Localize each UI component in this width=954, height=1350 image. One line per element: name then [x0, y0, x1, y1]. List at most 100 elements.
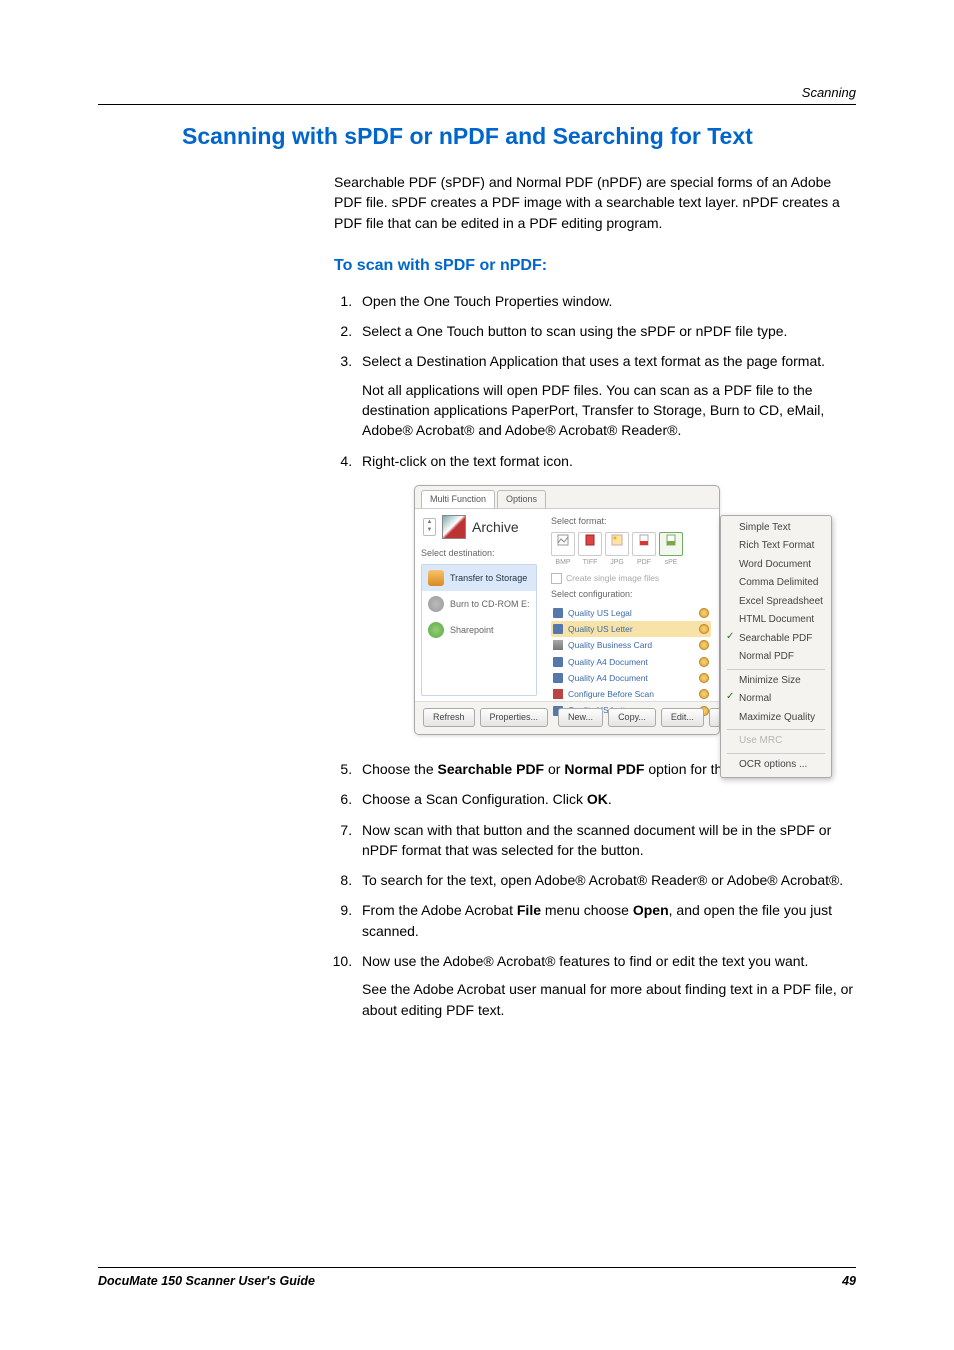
fmt-label-tiff: TIFF	[578, 558, 602, 568]
config-icon	[553, 673, 563, 683]
step-9-b: File	[517, 902, 541, 918]
menu-searchable-pdf[interactable]: ✓ Searchable PDF	[723, 630, 829, 649]
menu-word-doc[interactable]: Word Document	[723, 556, 829, 575]
step-9-c: menu choose	[541, 902, 633, 918]
dialog-body: ▲▼ Archive Select destination: Transfer …	[415, 508, 719, 701]
step-4-text: Right-click on the text format icon.	[362, 453, 573, 469]
step-5-d: Normal PDF	[564, 761, 644, 777]
step-9-d: Open	[633, 902, 669, 918]
button-spinner[interactable]: ▲▼	[423, 518, 436, 536]
step-10: Now use the Adobe® Acrobat® features to …	[356, 951, 856, 1020]
gear-icon	[699, 673, 709, 683]
config-icon	[553, 689, 563, 699]
step-6: Choose a Scan Configuration. Click OK.	[356, 789, 856, 809]
config-label: Quality A4 Document	[568, 656, 648, 668]
config-item[interactable]: Quality Business Card	[551, 637, 711, 653]
dialog-left-column: ▲▼ Archive Select destination: Transfer …	[415, 509, 543, 701]
menu-normal-pdf[interactable]: Normal PDF	[723, 648, 829, 667]
config-item[interactable]: Quality A4 Document	[551, 670, 711, 686]
config-item[interactable]: Quality A4 Document	[551, 654, 711, 670]
intro-paragraph: Searchable PDF (sPDF) and Normal PDF (nP…	[334, 172, 856, 233]
create-single-checkbox[interactable]	[551, 573, 562, 584]
archive-icon	[442, 515, 466, 539]
step-10-text: Now use the Adobe® Acrobat® features to …	[362, 953, 808, 969]
page-title: Scanning with sPDF or nPDF and Searching…	[182, 123, 856, 150]
step-9-a: From the Adobe Acrobat	[362, 902, 517, 918]
menu-minimize-size[interactable]: Minimize Size	[723, 672, 829, 691]
format-pdf[interactable]	[632, 532, 656, 556]
new-button[interactable]: New...	[558, 708, 603, 727]
format-icon-row	[551, 532, 711, 556]
footer-title: DocuMate 150 Scanner User's Guide	[98, 1274, 315, 1288]
menu-rich-text[interactable]: Rich Text Format	[723, 537, 829, 556]
config-item-selected[interactable]: Quality US Letter	[551, 621, 711, 637]
procedure-list: Open the One Touch Properties window. Se…	[334, 291, 856, 1020]
step-7: Now scan with that button and the scanne…	[356, 820, 856, 861]
fmt-label-pdf: PDF	[632, 558, 656, 568]
configuration-list[interactable]: Quality US Legal Quality US Letter Quali…	[551, 605, 711, 719]
menu-excel[interactable]: Excel Spreadsheet	[723, 593, 829, 612]
destination-list[interactable]: Transfer to Storage Burn to CD-ROM E: Sh	[421, 564, 537, 696]
format-tiff[interactable]	[578, 532, 602, 556]
menu-html[interactable]: HTML Document	[723, 611, 829, 630]
fmt-label-spe: sPE	[659, 558, 683, 568]
step-10-note: See the Adobe Acrobat user manual for mo…	[362, 979, 856, 1020]
menu-ocr-options[interactable]: OCR options ...	[723, 756, 829, 775]
step-5-a: Choose the	[362, 761, 438, 777]
gear-icon	[699, 657, 709, 667]
copy-button[interactable]: Copy...	[608, 708, 656, 727]
tab-multi-function[interactable]: Multi Function	[421, 490, 495, 508]
button-selector: ▲▼ Archive	[421, 513, 537, 545]
select-config-label: Select configuration:	[551, 588, 711, 601]
gear-icon	[699, 608, 709, 618]
gear-icon	[699, 624, 709, 634]
step-8: To search for the text, open Adobe® Acro…	[356, 870, 856, 890]
fmt-label-jpg: JPG	[605, 558, 629, 568]
menu-normal[interactable]: ✓ Normal	[723, 690, 829, 709]
menu-comma-delimited[interactable]: Comma Delimited	[723, 574, 829, 593]
config-icon	[553, 657, 563, 667]
page-footer: DocuMate 150 Scanner User's Guide 49	[98, 1267, 856, 1288]
gear-icon	[699, 689, 709, 699]
step-9: From the Adobe Acrobat File menu choose …	[356, 900, 856, 941]
menu-use-mrc: Use MRC	[723, 732, 829, 751]
running-header: Scanning	[98, 85, 856, 100]
format-text-selected[interactable]	[659, 532, 683, 556]
menu-maximize-quality[interactable]: Maximize Quality	[723, 709, 829, 728]
check-icon: ✓	[726, 692, 736, 702]
onetouch-properties-dialog: Multi Function Options ▲▼ Archive Select	[414, 485, 720, 735]
create-single-row[interactable]: Create single image files	[551, 572, 711, 584]
step-4: Right-click on the text format icon. Mul…	[356, 451, 856, 741]
config-label: Quality Business Card	[568, 639, 652, 651]
format-context-menu: Simple Text Rich Text Format Word Docume…	[720, 515, 832, 779]
delete-button[interactable]: Dele	[709, 708, 720, 727]
config-item[interactable]: Quality US Legal	[551, 605, 711, 621]
config-label: Quality US Legal	[568, 607, 632, 619]
menu-separator	[727, 729, 825, 730]
destination-burn-to-cd[interactable]: Burn to CD-ROM E:	[422, 591, 536, 617]
format-labels: BMP TIFF JPG PDF sPE	[551, 558, 711, 568]
config-label: Configure Before Scan	[568, 688, 654, 700]
format-jpg[interactable]	[605, 532, 629, 556]
header-rule	[98, 104, 856, 105]
dest-label: Sharepoint	[450, 624, 494, 637]
format-bmp[interactable]	[551, 532, 575, 556]
gear-icon	[699, 640, 709, 650]
properties-button[interactable]: Properties...	[480, 708, 549, 727]
menu-simple-text[interactable]: Simple Text	[723, 519, 829, 538]
step-3: Select a Destination Application that us…	[356, 351, 856, 440]
refresh-button[interactable]: Refresh	[423, 708, 475, 727]
step-6-a: Choose a Scan Configuration. Click	[362, 791, 587, 807]
procedure-heading: To scan with sPDF or nPDF:	[334, 257, 856, 275]
footer-rule	[98, 1267, 856, 1268]
config-item[interactable]: Configure Before Scan	[551, 686, 711, 702]
step-6-c: .	[608, 791, 612, 807]
edit-button[interactable]: Edit...	[661, 708, 704, 727]
destination-transfer-to-storage[interactable]: Transfer to Storage	[422, 565, 536, 591]
step-3-note: Not all applications will open PDF files…	[362, 380, 856, 441]
menu-separator	[727, 669, 825, 670]
step-2: Select a One Touch button to scan using …	[356, 321, 856, 341]
destination-sharepoint[interactable]: Sharepoint	[422, 617, 536, 643]
tab-options[interactable]: Options	[497, 490, 546, 508]
page: Scanning Scanning with sPDF or nPDF and …	[0, 0, 954, 1350]
